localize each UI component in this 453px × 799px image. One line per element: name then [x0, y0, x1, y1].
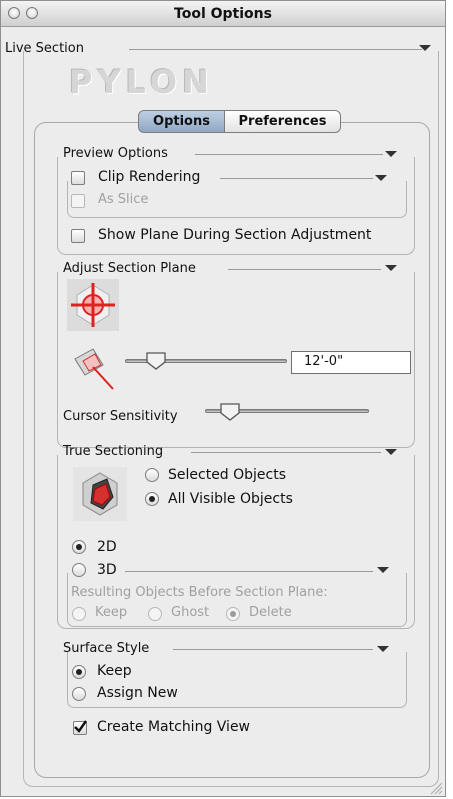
tab-options[interactable]: Options — [138, 110, 225, 133]
true-sectioning-divider — [191, 452, 381, 453]
section-solid-icon — [73, 467, 127, 521]
keep-objects-label: Keep — [95, 605, 128, 620]
cursor-sensitivity-label: Cursor Sensitivity — [63, 409, 178, 424]
2d-label: 2D — [97, 539, 117, 555]
as-slice-checkbox[interactable] — [71, 194, 85, 208]
selected-objects-radio[interactable] — [145, 468, 159, 482]
section-offset-slider-thumb[interactable] — [145, 351, 167, 371]
create-matching-view-checkbox[interactable] — [73, 720, 87, 735]
create-matching-view-label: Create Matching View — [97, 719, 251, 735]
live-section-divider — [129, 49, 422, 50]
surface-keep-label: Keep — [97, 663, 132, 679]
assign-new-radio[interactable] — [72, 687, 86, 701]
surface-style-divider — [173, 649, 373, 650]
resulting-objects-label: Resulting Objects Before Section Plane: — [71, 585, 328, 600]
ghost-objects-radio[interactable] — [148, 607, 162, 621]
adjust-section-plane-divider — [228, 269, 381, 270]
selected-objects-label: Selected Objects — [168, 467, 287, 483]
as-slice-label: As Slice — [98, 192, 149, 207]
pylon-logo: PYLON — [69, 63, 214, 101]
section-offset-field[interactable]: 12'-0" — [291, 351, 411, 374]
delete-objects-radio[interactable] — [226, 607, 240, 621]
window-title: Tool Options — [174, 6, 272, 22]
assign-new-label: Assign New — [97, 685, 178, 701]
preview-options-divider — [195, 154, 383, 155]
3d-divider — [125, 571, 373, 572]
resize-grip-icon[interactable] — [429, 781, 443, 795]
show-plane-checkbox[interactable] — [71, 229, 85, 243]
show-plane-label: Show Plane During Section Adjustment — [98, 227, 372, 243]
delete-objects-label: Delete — [249, 605, 292, 620]
adjust-section-plane-disclosure-triangle-icon[interactable] — [385, 265, 397, 271]
ghost-objects-label: Ghost — [171, 605, 210, 620]
section-plane-icon[interactable] — [63, 337, 119, 393]
surface-keep-radio[interactable] — [72, 665, 86, 679]
2d-radio[interactable] — [72, 540, 86, 554]
title-bar[interactable]: Tool Options — [1, 1, 445, 27]
keep-objects-radio[interactable] — [72, 607, 86, 621]
clip-rendering-divider — [220, 178, 373, 179]
tool-options-window: Tool Options Live Section PYLON Options … — [0, 0, 446, 797]
all-visible-objects-label: All Visible Objects — [168, 491, 293, 507]
crosshair-target-icon[interactable] — [67, 279, 119, 331]
checkmark-icon — [74, 720, 87, 733]
tab-preferences[interactable]: Preferences — [224, 110, 341, 133]
cursor-sensitivity-slider-thumb[interactable] — [219, 402, 241, 422]
all-visible-objects-radio[interactable] — [145, 492, 159, 506]
